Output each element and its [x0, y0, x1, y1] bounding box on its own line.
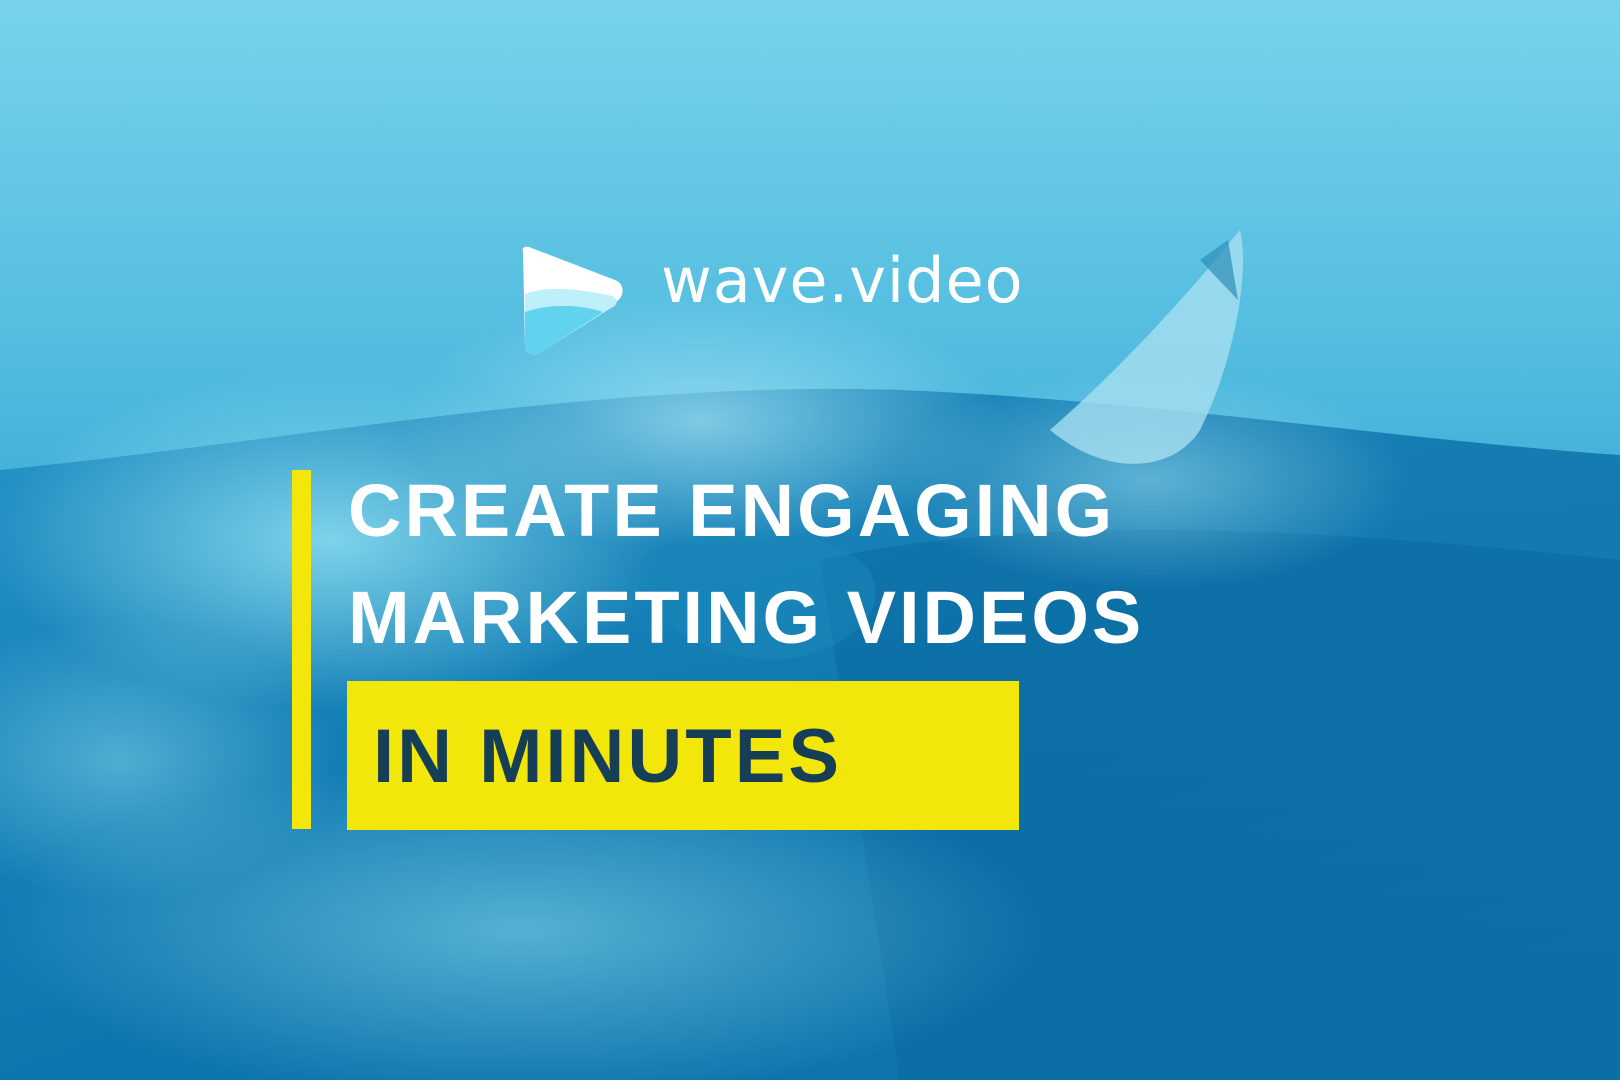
- brand-wordmark: wave.video: [661, 244, 1024, 317]
- headline-line-2: MARKETING VIDEOS: [348, 576, 1145, 659]
- banner: wave.video CREATE ENGAGING MARKETING VID…: [0, 0, 1620, 1080]
- wave-play-icon: [522, 246, 623, 355]
- accent-bar: [292, 470, 311, 829]
- headline-line-1: CREATE ENGAGING: [348, 469, 1116, 552]
- highlight-text: IN MINUTES: [373, 714, 843, 799]
